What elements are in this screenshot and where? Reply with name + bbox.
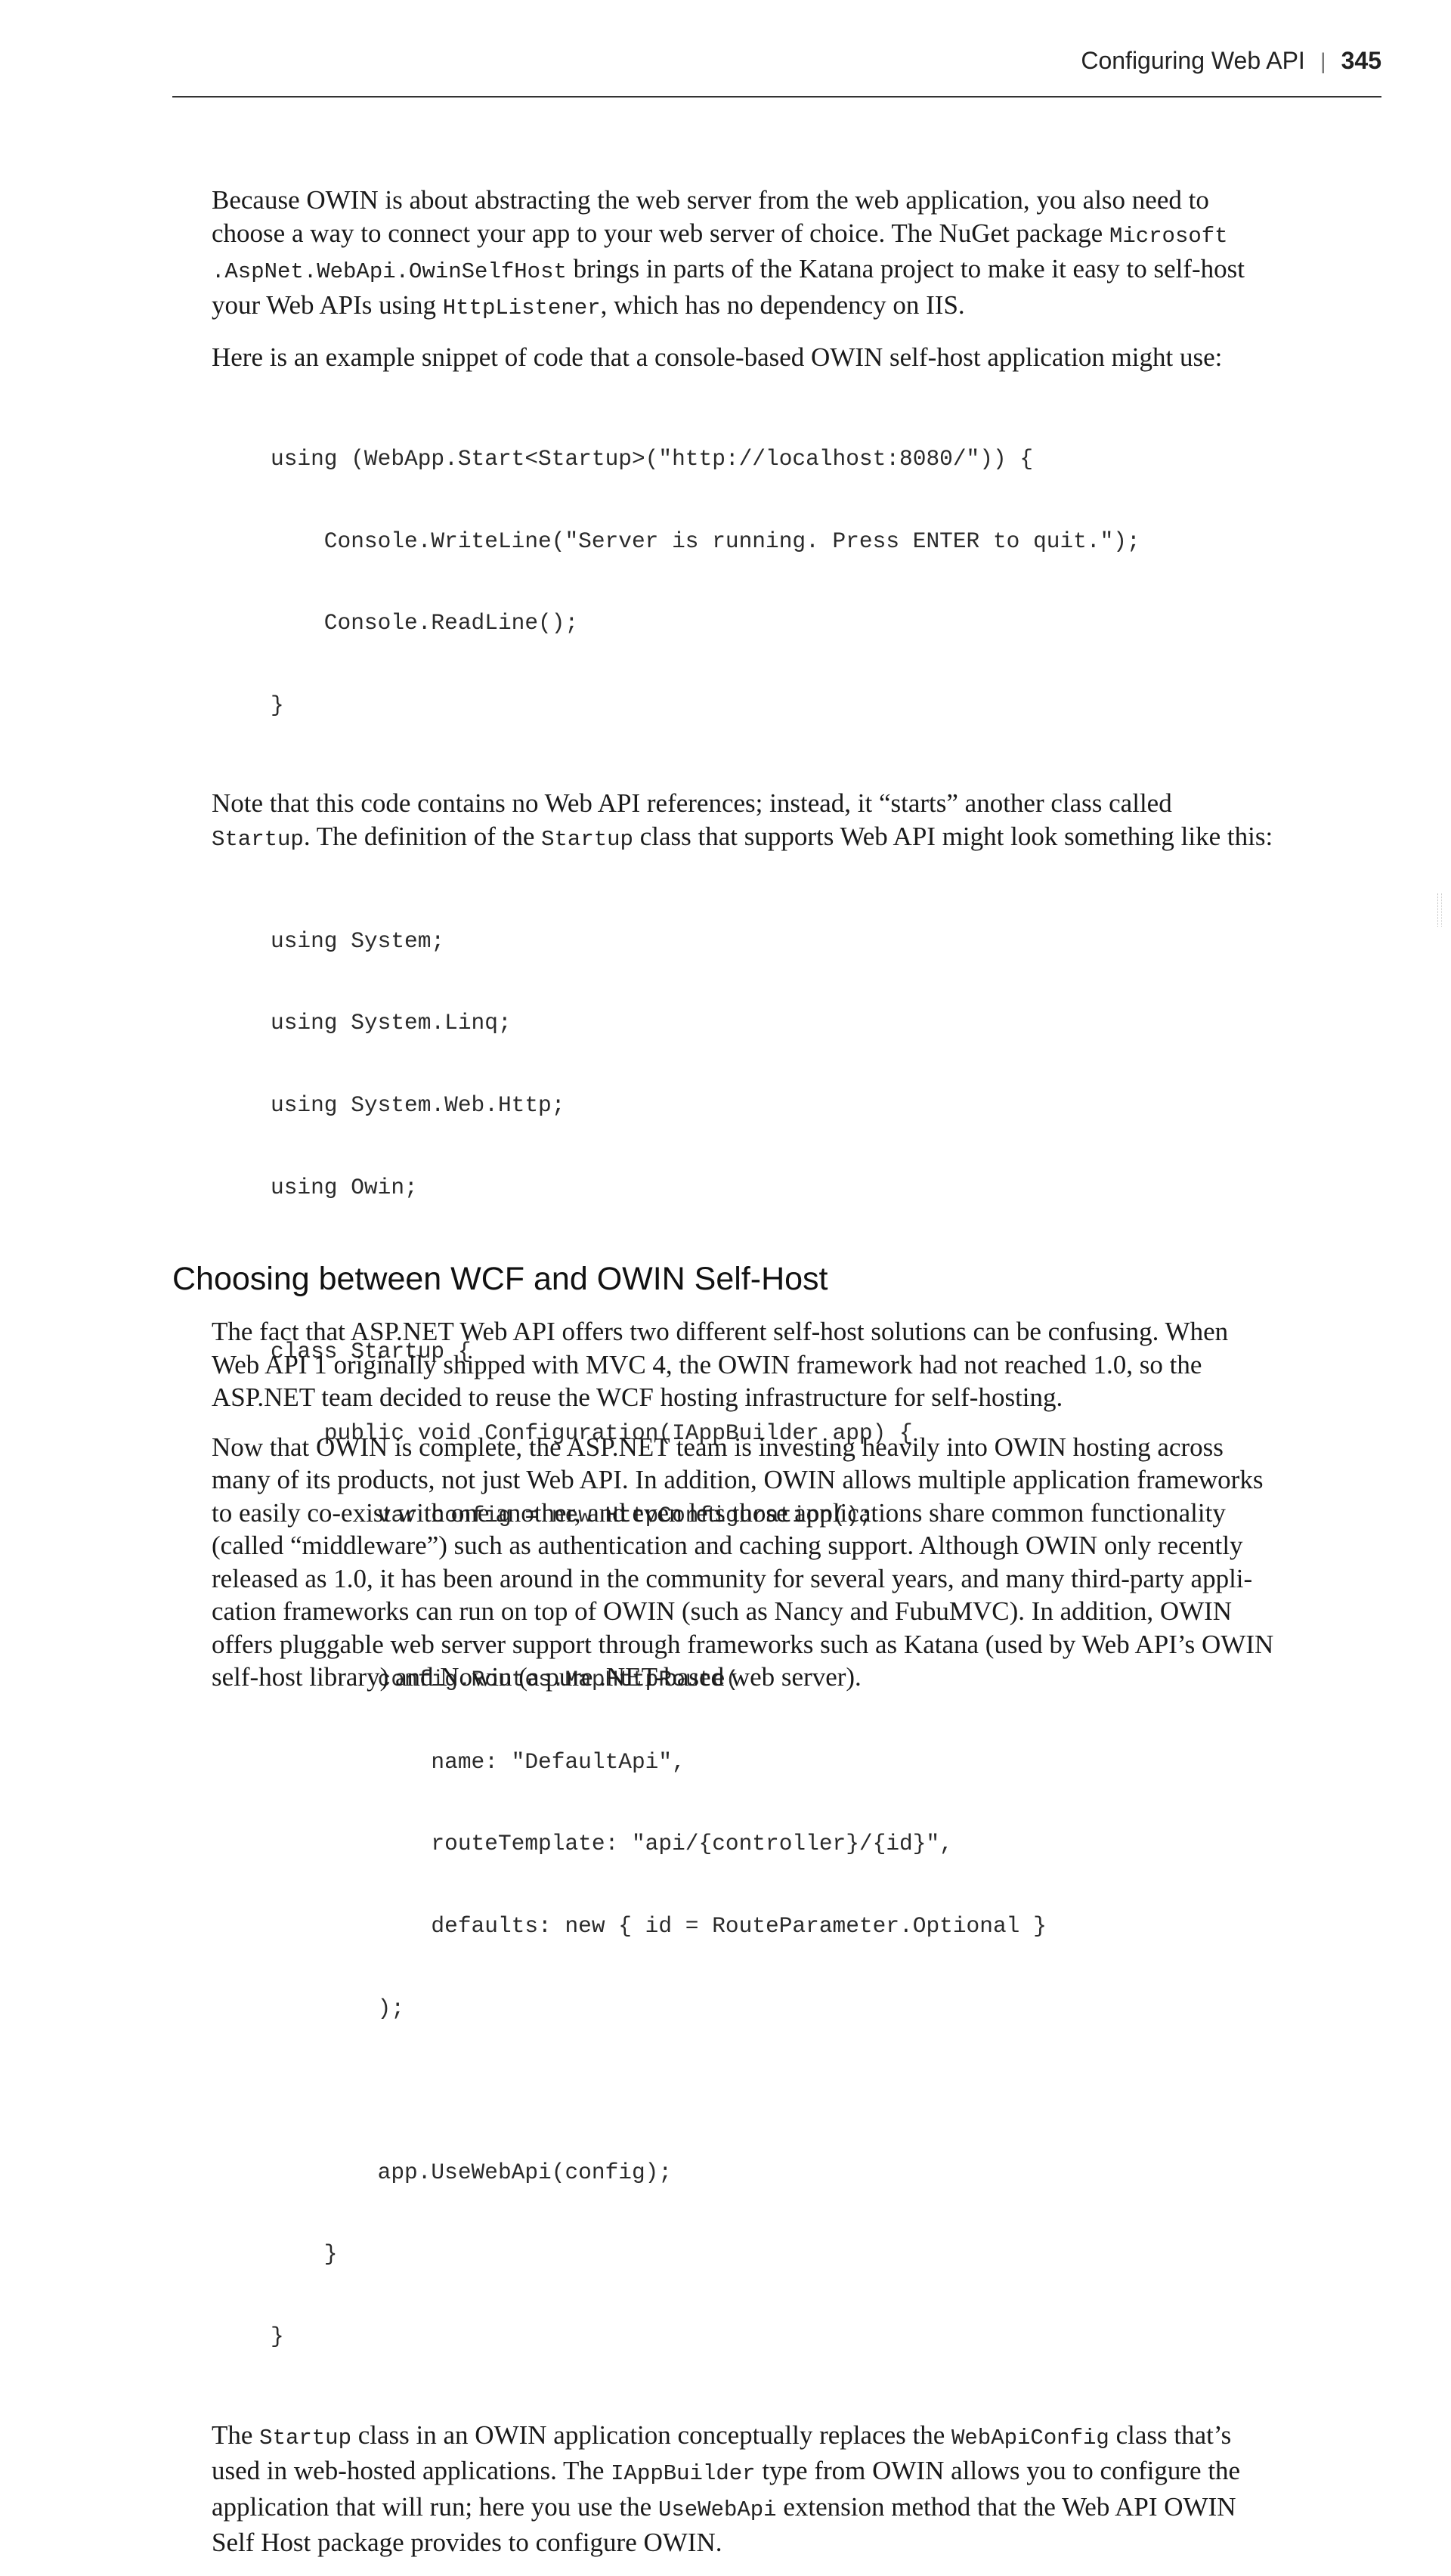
text-line: Now that OWIN is complete, the ASP.NET t… [212, 1432, 1224, 1462]
code-listing-console: using (WebApp.Start<Startup>("http://loc… [271, 391, 1375, 774]
text-line: The fact that ASP.NET Web API offers two… [212, 1317, 1229, 1346]
text-line: Web API 1 originally shipped with MVC 4,… [212, 1349, 1202, 1379]
text-line: Because OWIN is about abstracting the we… [212, 185, 1209, 215]
paragraph-example-intro: Here is an example snippet of code that … [212, 341, 1375, 374]
text-line: self-host library) and Nowin (a pure .NE… [212, 1662, 862, 1692]
text-line: to easily co-exist with one another, and… [212, 1497, 1226, 1528]
inline-code: Startup [212, 826, 304, 852]
text-run: class that’s [1109, 2420, 1232, 2450]
text-run: class in an OWIN application conceptuall… [351, 2420, 951, 2450]
inline-code: HttpListener [442, 295, 601, 320]
paragraph-owin-intro: Because OWIN is about abstracting the we… [212, 184, 1375, 324]
text-line: used in web-hosted applications. The IAp… [212, 2454, 1375, 2491]
text-line: (called “middleware”) such as authentica… [212, 1531, 1243, 1560]
text-line: your Web APIs using HttpListener, which … [212, 289, 1375, 325]
code-line: } [271, 692, 284, 718]
inline-code: .AspNet.WebApi.OwinSelfHost [212, 259, 567, 284]
text-run: . The definition of the [303, 821, 542, 851]
text-line: Self Host package provides to configure … [212, 2528, 722, 2558]
code-line: using System.Web.Http; [271, 1091, 565, 1118]
text-line: choose a way to connect your app to your… [212, 217, 1375, 253]
code-line: } [271, 2324, 284, 2350]
paragraph-startup-explanation: The Startup class in an OWIN application… [212, 2419, 1375, 2559]
running-header: Configuring Web API | 345 [172, 47, 1381, 75]
text-line: ASP.NET team decided to reuse the WCF ho… [212, 1382, 1063, 1412]
text-line: released as 1.0, it has been around in t… [212, 1563, 1253, 1593]
text-line: many of its products, not just Web API. … [212, 1465, 1264, 1494]
code-line: using Owin; [271, 1174, 418, 1200]
text-line: The Startup class in an OWIN application… [212, 2419, 1375, 2455]
inline-code: Startup [541, 826, 633, 852]
text-run: your Web APIs using [212, 289, 443, 320]
header-separator: | [1320, 49, 1326, 74]
section-content: The fact that ASP.NET Web API offers two… [212, 1315, 1375, 1711]
text-run: , which has no dependency on IIS. [600, 289, 965, 320]
code-line: ); [271, 1995, 405, 2021]
paragraph-owin-investment: Now that OWIN is complete, the ASP.NET t… [212, 1431, 1375, 1694]
margin-scan-mark [1437, 893, 1442, 927]
text-run: class that supports Web API might look s… [633, 821, 1273, 851]
code-line: using System.Linq; [271, 1010, 512, 1036]
text-line: Here is an example snippet of code that … [212, 342, 1223, 372]
code-line: routeTemplate: "api/{controller}/{id}", [271, 1831, 953, 1857]
text-run: brings in parts of the Katana project to… [566, 254, 1245, 283]
text-line: .AspNet.WebApi.OwinSelfHost brings in pa… [212, 252, 1375, 289]
text-run: application that will run; here you use … [212, 2491, 658, 2522]
text-run: choose a way to connect your app to your… [212, 218, 1109, 248]
code-line: defaults: new { id = RouteParameter.Opti… [271, 1913, 1047, 1940]
header-rule [172, 96, 1381, 98]
code-line: } [271, 2241, 338, 2268]
code-line: Console.WriteLine("Server is running. Pr… [271, 528, 1140, 554]
page-number: 345 [1341, 47, 1381, 74]
paragraph-startup-note: Note that this code contains no Web API … [212, 787, 1375, 856]
section-heading: Choosing between WCF and OWIN Self-Host [172, 1261, 828, 1297]
code-line: using System; [271, 927, 445, 954]
text-run: used in web-hosted applications. The [212, 2456, 611, 2486]
text-line: Startup. The definition of the Startup c… [212, 820, 1375, 856]
text-run: The [212, 2420, 260, 2450]
code-line: Console.ReadLine(); [271, 610, 579, 636]
text-line: application that will run; here you use … [212, 2491, 1375, 2527]
inline-code: WebApiConfig [951, 2425, 1109, 2451]
text-run: extension method that the Web API OWIN [776, 2491, 1236, 2522]
inline-code: IAppBuilder [611, 2461, 756, 2487]
running-title: Configuring Web API [1081, 47, 1305, 74]
text-run: type from OWIN allows you to configure t… [755, 2456, 1241, 2486]
inline-code: UseWebApi [657, 2497, 777, 2522]
code-line: app.UseWebApi(config); [271, 2159, 673, 2185]
inline-code: Startup [259, 2425, 351, 2451]
code-line: using (WebApp.Start<Startup>("http://loc… [271, 445, 1034, 472]
code-line: name: "DefaultApi", [271, 1748, 685, 1775]
text-line: offers pluggable web server support thro… [212, 1629, 1274, 1659]
paragraph-self-host-confusion: The fact that ASP.NET Web API offers two… [212, 1315, 1375, 1414]
inline-code: Microsoft [1109, 223, 1228, 249]
text-line: cation frameworks can run on top of OWIN… [212, 1596, 1233, 1626]
text-line: Note that this code contains no Web API … [212, 788, 1172, 819]
